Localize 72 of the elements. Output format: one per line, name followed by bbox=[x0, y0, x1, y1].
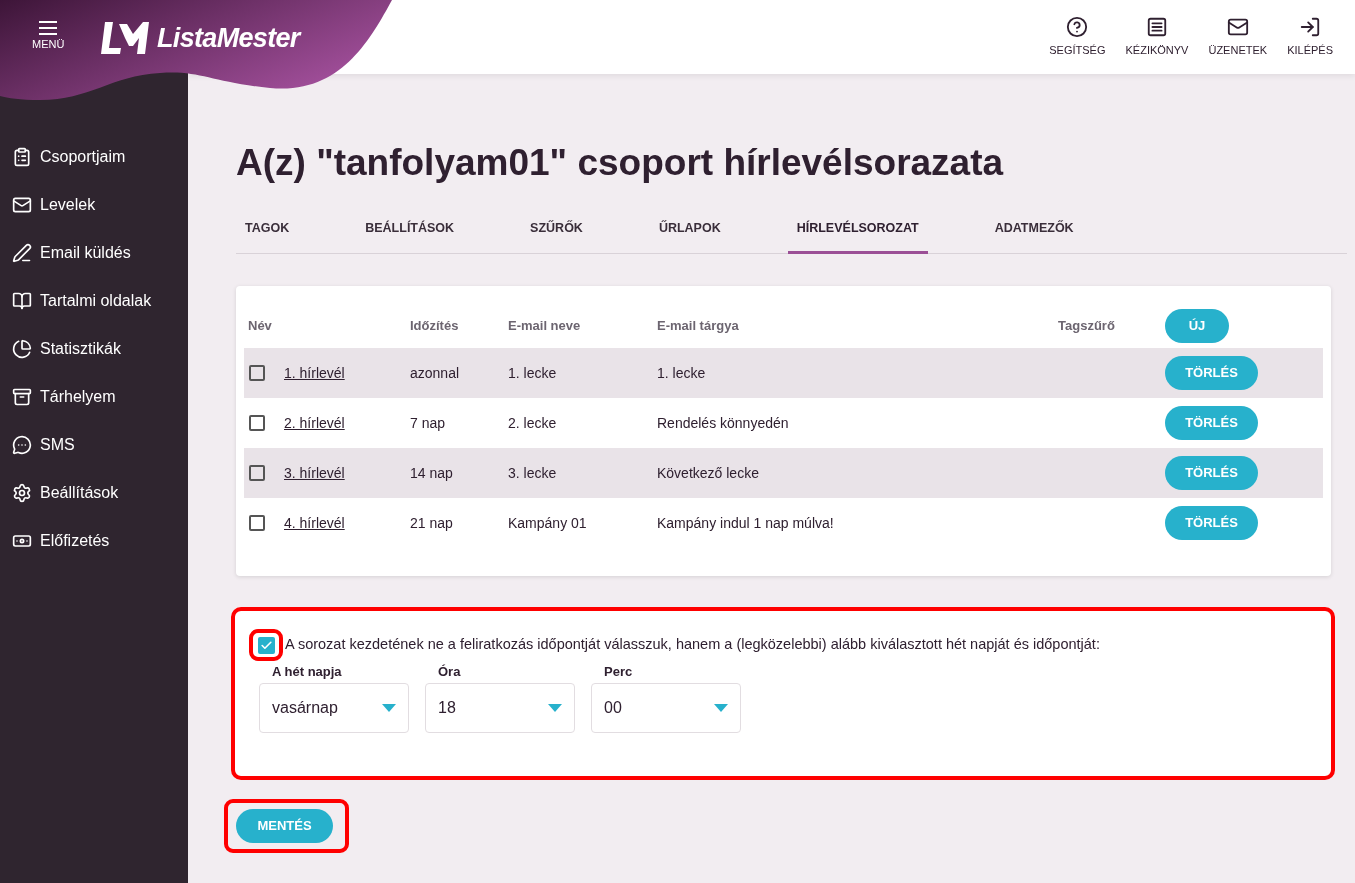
sidebar-item[interactable]: Beállítások bbox=[0, 469, 188, 517]
caret-icon bbox=[548, 704, 562, 712]
menu-button[interactable]: MENÜ bbox=[32, 20, 65, 53]
table-cell-text: 3. lecke bbox=[508, 463, 557, 483]
sidebar-item[interactable]: SMS bbox=[0, 421, 188, 469]
tab[interactable]: HÍRLEVÉLSOROZAT bbox=[787, 206, 928, 254]
settings-icon bbox=[12, 483, 32, 503]
tab[interactable]: BEÁLLÍTÁSOK bbox=[356, 206, 464, 254]
archive-icon bbox=[12, 387, 32, 407]
sidebar-item[interactable]: Tárhelyem bbox=[0, 373, 188, 421]
logo-icon bbox=[101, 20, 149, 57]
tab[interactable]: TAGOK bbox=[236, 206, 299, 254]
logout-icon bbox=[1299, 15, 1322, 38]
sidebar-item[interactable]: Levelek bbox=[0, 181, 188, 229]
sidebar-item[interactable]: Tartalmi oldalak bbox=[0, 277, 188, 325]
top-nav-link[interactable]: SEGÍTSÉG bbox=[1049, 15, 1106, 59]
column-header: E-mail tárgya bbox=[657, 317, 740, 336]
table-cell-text: 1. lecke bbox=[657, 363, 706, 383]
start-day-checkbox[interactable] bbox=[257, 636, 275, 654]
column-header: Időzítés bbox=[410, 317, 460, 336]
column-header: E-mail neve bbox=[508, 317, 582, 336]
page-title: A(z) "tanfolyam01" csoport hírlevélsorazata bbox=[236, 141, 1005, 185]
caret-icon bbox=[714, 704, 728, 712]
table-cell-text: 2. lecke bbox=[508, 413, 557, 433]
top-nav-link[interactable]: KÉZIKÖNYV bbox=[1125, 15, 1189, 59]
table-cell-text: Következő lecke bbox=[657, 463, 759, 483]
table-cell-text: Kampány 01 bbox=[508, 513, 587, 533]
sidebar-item[interactable]: Statisztikák bbox=[0, 325, 188, 373]
table-cell-text: 1. lecke bbox=[508, 363, 557, 383]
pen-icon bbox=[12, 243, 32, 263]
book-icon bbox=[12, 291, 32, 311]
column-header: Név bbox=[247, 317, 273, 336]
table-cell-text: 21 nap bbox=[410, 513, 453, 533]
row-checkbox[interactable] bbox=[249, 465, 265, 481]
select-label: Perc bbox=[603, 663, 634, 681]
chat-bubble-icon bbox=[12, 435, 32, 455]
select-label: A hét napja bbox=[271, 663, 343, 681]
dropdown-select[interactable]: vasárnap bbox=[259, 683, 409, 733]
help-icon bbox=[1066, 15, 1089, 38]
newsletter-link[interactable]: 2. hírlevél bbox=[284, 414, 345, 431]
pie-chart-icon bbox=[12, 339, 32, 359]
checkbox-label: A sorozat kezdetének ne a feliratkozás időpontját válasszuk, hanem a (legközelebbi) alább kiválasztott hét napját és időpontját: bbox=[285, 635, 1100, 655]
row-checkbox[interactable] bbox=[249, 515, 265, 531]
caret-icon bbox=[382, 704, 396, 712]
sidebar-item[interactable]: Csoportjaim bbox=[0, 133, 188, 181]
newsletter-link[interactable]: 1. hírlevél bbox=[284, 364, 345, 381]
envelope-icon bbox=[12, 195, 32, 215]
clipboard-icon bbox=[12, 147, 32, 167]
menu-icon bbox=[38, 20, 59, 36]
top-nav-link[interactable]: KILÉPÉS bbox=[1287, 15, 1333, 59]
logo-text: ListaMester bbox=[157, 22, 300, 55]
table-cell-text: 14 nap bbox=[410, 463, 453, 483]
row-checkbox[interactable] bbox=[249, 365, 265, 381]
newsletter-link[interactable]: 3. hírlevél bbox=[284, 464, 345, 481]
newsletter-link[interactable]: 4. hírlevél bbox=[284, 514, 345, 531]
select-label: Óra bbox=[437, 663, 462, 681]
tab[interactable]: SZŰRŐK bbox=[521, 206, 592, 254]
table-cell-text: Rendelés könnyedén bbox=[657, 413, 789, 433]
list-icon bbox=[1145, 15, 1168, 38]
top-nav-link[interactable]: ÜZENETEK bbox=[1208, 15, 1268, 59]
tab[interactable]: ŰRLAPOK bbox=[649, 206, 730, 254]
column-header: Tagszűrő bbox=[1058, 317, 1116, 336]
sidebar-item[interactable]: Előfizetés bbox=[0, 517, 188, 565]
table-cell-text: 7 nap bbox=[410, 413, 446, 433]
dropdown-select[interactable]: 18 bbox=[425, 683, 575, 733]
check-icon bbox=[259, 638, 273, 652]
table-cell-text: azonnal bbox=[410, 363, 460, 383]
tab[interactable]: ADATMEZŐK bbox=[985, 206, 1083, 254]
table-cell-text: Kampány indul 1 nap múlva! bbox=[657, 513, 834, 533]
sidebar-item[interactable]: Email küldés bbox=[0, 229, 188, 277]
dropdown-select[interactable]: 00 bbox=[591, 683, 741, 733]
row-checkbox[interactable] bbox=[249, 415, 265, 431]
